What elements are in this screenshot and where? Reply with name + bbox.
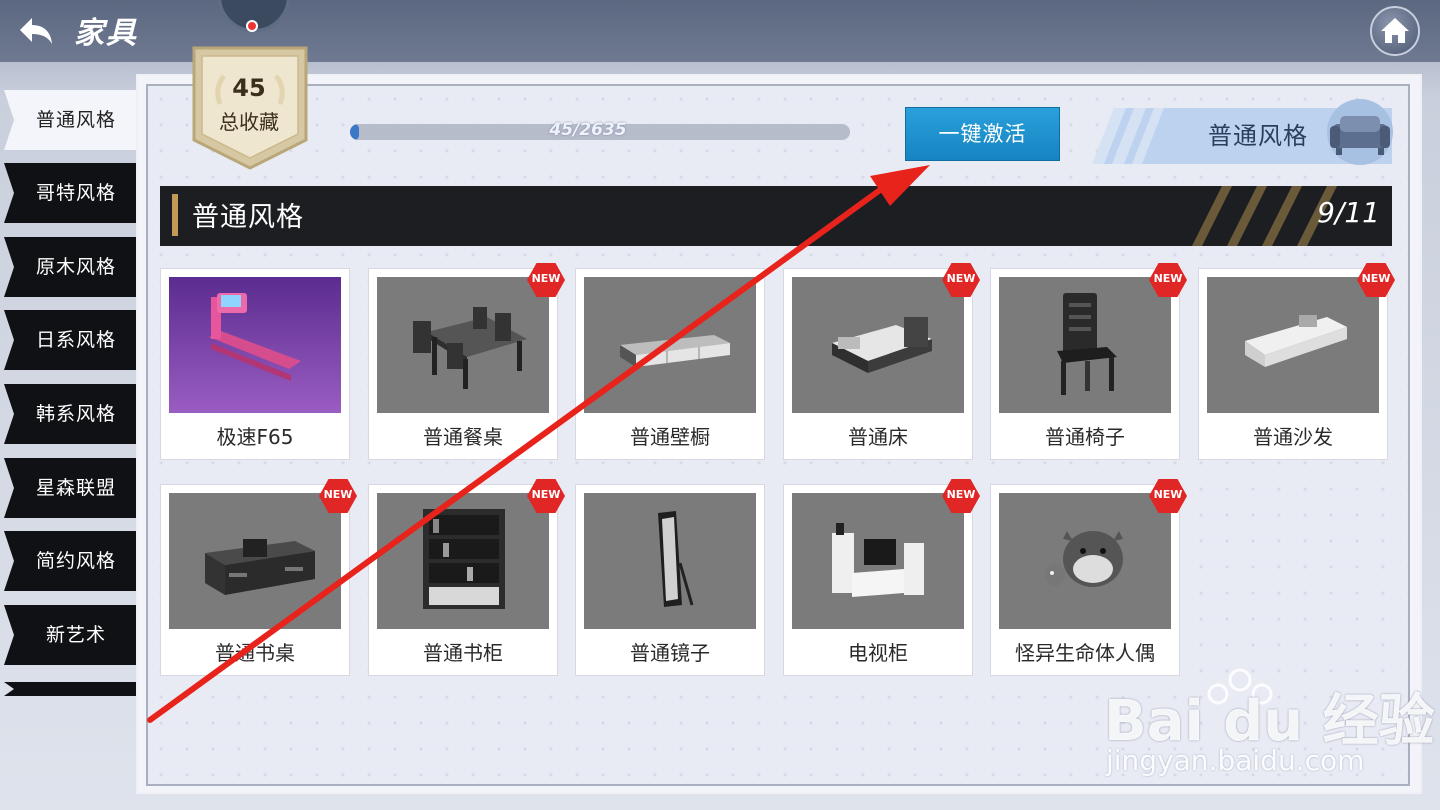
furniture-card[interactable]: 普通沙发 NEW [1198,263,1395,460]
watermark-url: jingyan.baidu.com [1106,744,1365,777]
new-badge: NEW [942,263,980,297]
new-badge-text: NEW [531,272,561,285]
tab-label: 韩系风格 [35,403,116,425]
tv-stand-icon [792,493,964,629]
furniture-card[interactable]: 普通书柜 NEW [368,479,565,676]
tab-label: 星森联盟 [35,477,116,499]
furniture-name: 普通壁橱 [630,425,710,449]
furniture-name: 普通书柜 [423,641,503,665]
tab-label: 哥特风格 [35,182,116,204]
tab-5[interactable]: 星森联盟 [4,458,136,518]
new-badge: NEW [527,479,565,513]
back-arrow-icon [20,18,52,44]
tab-label: 日系风格 [35,329,116,351]
furniture-thumbnail [1207,277,1379,413]
sofa-icon [1320,96,1398,166]
back-button[interactable] [14,10,56,50]
furniture-thumbnail [999,277,1171,413]
home-button[interactable] [1370,6,1420,56]
furniture-thumbnail [584,277,756,413]
tab-background [4,682,136,696]
furniture-name: 普通沙发 [1253,425,1333,449]
furniture-thumbnail [169,277,341,413]
new-badge-text: NEW [1361,272,1391,285]
dining-table-icon [377,277,549,413]
notification-dot [246,20,258,32]
furniture-card[interactable]: 普通椅子 NEW [990,263,1187,460]
furniture-name: 极速F65 [216,425,294,449]
furniture-card[interactable]: 普通床 NEW [783,263,980,460]
furniture-card[interactable]: 电视柜 NEW [783,479,980,676]
furniture-thumbnail [584,493,756,629]
new-badge-text: NEW [1153,488,1183,501]
sofa-icon [1207,277,1379,413]
new-badge-text: NEW [1153,272,1183,285]
bed-icon [792,277,964,413]
tab-label: 简约风格 [35,550,116,572]
creature-doll-icon [999,493,1171,629]
new-badge: NEW [1357,263,1395,297]
bookcase-icon [377,493,549,629]
tab-4[interactable]: 韩系风格 [4,384,136,444]
new-badge-text: NEW [531,488,561,501]
new-badge: NEW [319,479,357,513]
furniture-name: 普通餐桌 [423,425,503,449]
tab-1[interactable]: 哥特风格 [4,163,136,223]
treadmill-icon [169,277,341,413]
mirror-icon [584,493,756,629]
tab-3[interactable]: 日系风格 [4,310,136,370]
new-badge-text: NEW [946,272,976,285]
section-count: 9/11 [1317,196,1380,229]
tab-0[interactable]: 普通风格 [4,90,136,150]
furniture-card[interactable]: 极速F65 [160,268,350,460]
furniture-card[interactable]: 怪异生命体人偶 NEW [990,479,1187,676]
furniture-name: 电视柜 [848,641,908,665]
tab-2[interactable]: 原木风格 [4,237,136,297]
tab-6[interactable]: 简约风格 [4,531,136,591]
desk-icon [169,493,341,629]
section-accent [172,194,178,236]
style-banner-label: 普通风格 [1208,122,1308,150]
furniture-card[interactable]: 普通书桌 NEW [160,479,357,676]
furniture-card[interactable]: 普通壁橱 [575,268,765,460]
tab-label: 新艺术 [45,624,106,646]
furniture-card[interactable]: 普通镜子 [575,484,765,676]
section-header [160,186,1392,246]
new-badge-text: NEW [946,488,976,501]
new-badge-text: NEW [323,488,353,501]
furniture-name: 普通床 [848,425,908,449]
furniture-name: 普通镜子 [630,641,710,665]
tab-label: 普通风格 [35,109,116,131]
furniture-thumbnail [377,493,549,629]
furniture-thumbnail [377,277,549,413]
collection-count: 45 [232,74,266,102]
chair-icon [999,277,1171,413]
tab-7[interactable]: 新艺术 [4,605,136,665]
new-badge: NEW [1149,263,1187,297]
activate-all-button[interactable]: 一键激活 [905,107,1060,161]
home-icon [1381,18,1409,43]
furniture-thumbnail [792,493,964,629]
furniture-name: 普通书桌 [215,641,295,665]
tab-label: 原木风格 [35,256,116,278]
furniture-name: 普通椅子 [1045,425,1125,449]
furniture-thumbnail [792,277,964,413]
furniture-thumbnail [999,493,1171,629]
tab-overflow[interactable] [4,682,136,696]
collection-label: 总收藏 [219,110,279,134]
furniture-card[interactable]: 普通餐桌 NEW [368,263,565,460]
new-badge: NEW [1149,479,1187,513]
page-title: 家具 [74,16,138,51]
new-badge: NEW [942,479,980,513]
cabinet-icon [584,277,756,413]
furniture-thumbnail [169,493,341,629]
progress-text: 45/2635 [549,120,627,140]
new-badge: NEW [527,263,565,297]
section-title: 普通风格 [192,202,304,233]
